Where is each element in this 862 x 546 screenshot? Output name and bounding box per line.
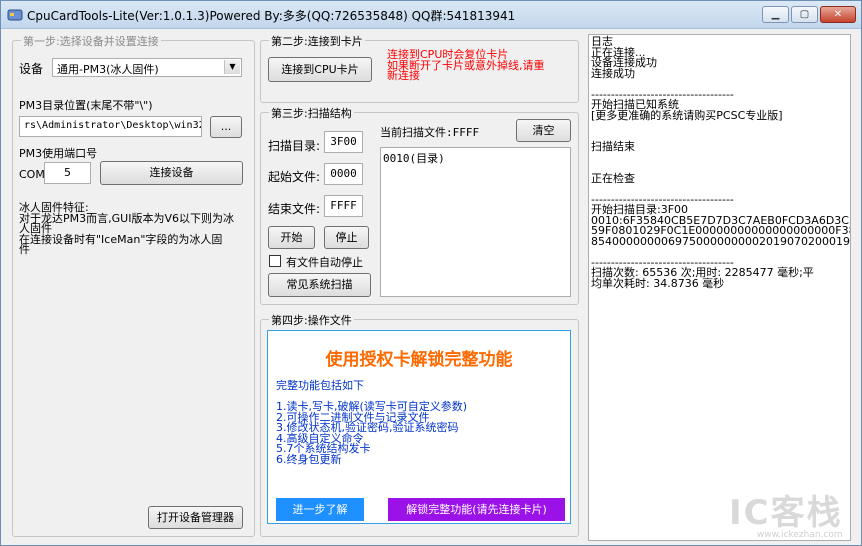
start-file-input[interactable]: 0000: [324, 163, 363, 185]
learn-more-button[interactable]: 进一步了解: [276, 498, 364, 521]
end-file-input[interactable]: FFFF: [324, 195, 363, 217]
pm3-dir-label: PM3目录位置(末尾不带"\"): [19, 99, 153, 112]
auto-stop-checkbox[interactable]: [269, 255, 281, 267]
minimize-icon: ▁: [771, 9, 780, 20]
card-reader-icon: [7, 9, 23, 21]
warning-line: 新连接: [387, 69, 420, 82]
promo-title: 使用授权卡解锁完整功能: [325, 350, 513, 370]
unlock-full-button[interactable]: 解锁完整功能(请先连接卡片): [388, 498, 565, 521]
watermark: IC客栈 www.ickezhan.com: [729, 496, 843, 540]
app-window: CpuCardTools-Lite(Ver:1.0.1.3)Powered By…: [0, 0, 862, 546]
step2-title: 第二步:连接到卡片: [269, 33, 365, 49]
com-label: COM: [19, 168, 45, 181]
clear-button[interactable]: 清空: [516, 119, 571, 142]
connect-cpu-button[interactable]: 连接到CPU卡片: [268, 57, 372, 82]
device-select[interactable]: 通用-PM3(冰人固件) ▼: [52, 58, 242, 77]
connect-device-button[interactable]: 连接设备: [100, 161, 243, 185]
auto-stop-label[interactable]: 有文件自动停止: [286, 254, 363, 270]
start-scan-button[interactable]: 开始: [268, 226, 315, 249]
log-line: [更多更准确的系统请购买PCSC专业版]: [591, 108, 783, 122]
step4-title: 第四步:操作文件: [269, 312, 354, 328]
end-file-label: 结束文件:: [268, 202, 321, 216]
log-line: 8540000000069750000000002019070200019000: [591, 234, 851, 248]
close-button[interactable]: ✕: [820, 6, 856, 23]
promo-subtitle: 完整功能包括如下: [276, 379, 364, 392]
log-line: 扫描结束: [591, 140, 635, 153]
current-scan-file: 当前扫描文件:FFFF: [380, 126, 480, 139]
port-section-label: PM3使用端口号: [19, 147, 98, 160]
device-manager-button[interactable]: 打开设备管理器: [148, 506, 243, 529]
iceman-line: 件: [19, 243, 30, 256]
maximize-button[interactable]: ▢: [791, 6, 818, 23]
connect-warning: 连接到CPU时会复位卡片 如果断开了卡片或意外掉线,请重 新连接: [387, 49, 545, 82]
stop-scan-button[interactable]: 停止: [324, 226, 369, 249]
chevron-down-icon[interactable]: ▼: [224, 60, 240, 74]
iceman-line: 在连接设备时有"IceMan"字段的为冰人固: [19, 232, 223, 246]
log-scrollbar[interactable]: [851, 34, 861, 541]
scan-dir-input[interactable]: 3F00: [324, 131, 363, 153]
maximize-icon: ▢: [799, 9, 810, 20]
list-item[interactable]: 0010(目录): [383, 150, 568, 166]
step1-title: 第一步:选择设备并设置连接: [21, 33, 161, 49]
feature-list: 1.读卡,写卡,破解(读写卡可自定义参数) 2.可操作二进制文件与记录文件 3.…: [276, 401, 467, 466]
common-system-scan-button[interactable]: 常见系统扫描: [268, 273, 371, 297]
log-line: 连接成功: [591, 66, 635, 80]
log-line: 正在检查: [591, 171, 635, 185]
device-select-value: 通用-PM3(冰人固件): [57, 63, 159, 76]
minimize-button[interactable]: ▁: [762, 6, 789, 23]
close-icon: ✕: [833, 9, 843, 20]
watermark-logo: IC客栈: [729, 493, 843, 533]
start-file-label: 起始文件:: [268, 170, 321, 184]
pm3-dir-input[interactable]: rs\Administrator\Desktop\win32: [19, 116, 202, 137]
log-output[interactable]: 日志 正在连接... 设备连接成功 连接成功 ---------------------…: [588, 34, 851, 541]
feature-item: 6.终身包更新: [276, 452, 342, 466]
scan-dir-label: 扫描目录:: [268, 139, 321, 153]
title-bar[interactable]: CpuCardTools-Lite(Ver:1.0.1.3)Powered By…: [1, 1, 861, 29]
iceman-info: 冰人固件特征: 对于龙达PM3而言,GUI版本为V6以下则为冰 人固件 在连接设…: [19, 202, 234, 256]
step1-group: 第一步:选择设备并设置连接: [12, 33, 255, 537]
device-label: 设备: [19, 62, 44, 76]
step3-title: 第三步:扫描结构: [269, 105, 354, 121]
browse-button[interactable]: ...: [210, 116, 242, 138]
promo-panel: 使用授权卡解锁完整功能 完整功能包括如下 1.读卡,写卡,破解(读写卡可自定义参…: [267, 330, 571, 524]
log-line: 均单次耗时: 34.8736 毫秒: [591, 276, 725, 290]
scan-result-list[interactable]: 0010(目录): [380, 147, 571, 297]
window-title: CpuCardTools-Lite(Ver:1.0.1.3)Powered By…: [27, 9, 516, 23]
com-port-input[interactable]: 5: [44, 162, 91, 184]
